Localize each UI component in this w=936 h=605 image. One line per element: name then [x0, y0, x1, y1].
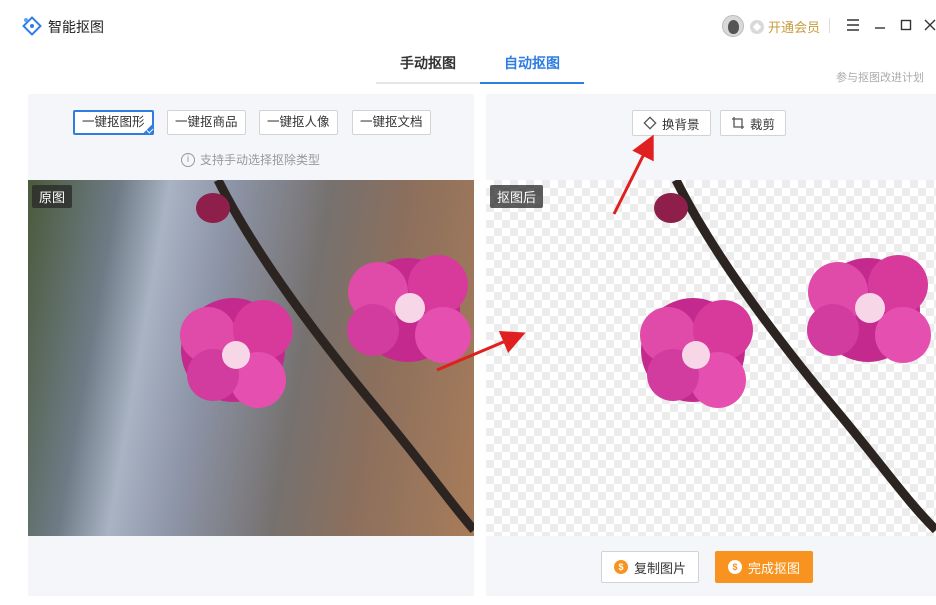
menu-icon[interactable] — [843, 15, 863, 35]
option-label: 一键抠图形 — [82, 115, 145, 129]
finish-cutout-button[interactable]: $ 完成抠图 — [715, 551, 814, 583]
option-portrait-button[interactable]: 一键抠人像 — [259, 110, 338, 135]
vip-label: 开通会员 — [768, 20, 821, 35]
crop-button[interactable]: 裁剪 — [720, 110, 787, 136]
tab-auto[interactable]: 自动抠图 — [480, 50, 584, 84]
diamond-icon — [643, 116, 657, 130]
option-document-button[interactable]: 一键抠文档 — [352, 110, 431, 135]
mode-tabs: 手动抠图 自动抠图 — [376, 50, 584, 84]
tab-manual[interactable]: 手动抠图 — [376, 50, 480, 84]
minimize-icon[interactable] — [870, 15, 890, 35]
type-hint: i 支持手动选择抠除类型 — [181, 151, 320, 168]
change-background-label: 换背景 — [662, 117, 700, 132]
plum-blossom-photo — [180, 180, 474, 533]
option-label: 一键抠人像 — [267, 115, 330, 129]
vip-button[interactable]: 开通会员 — [750, 17, 820, 36]
result-panel: 换背景 裁剪 抠图后 $ 复制图片 $ 完成抠图 — [486, 94, 936, 596]
crop-icon — [732, 117, 744, 129]
coin-icon: $ — [614, 560, 628, 574]
app-title: 智能抠图 — [48, 19, 104, 35]
change-background-button[interactable]: 换背景 — [632, 110, 711, 136]
app-logo-icon — [22, 16, 42, 36]
improvement-plan-link[interactable]: 参与抠图改进计划 — [836, 69, 924, 85]
finish-cutout-label: 完成抠图 — [748, 560, 801, 576]
original-image: 原图 — [28, 180, 474, 536]
crop-label: 裁剪 — [750, 117, 776, 132]
cutout-blossom — [640, 180, 936, 534]
close-icon[interactable] — [920, 15, 936, 35]
option-label: 一键抠文档 — [360, 115, 423, 129]
user-avatar[interactable] — [722, 15, 744, 37]
copy-image-button[interactable]: $ 复制图片 — [601, 551, 700, 583]
option-product-button[interactable]: 一键抠商品 — [167, 110, 246, 135]
original-panel: 一键抠图形 一键抠商品 一键抠人像 一键抠文档 i 支持手动选择抠除类型 原图 — [28, 94, 474, 596]
hint-text: 支持手动选择抠除类型 — [200, 153, 321, 167]
titlebar-divider — [829, 18, 830, 33]
copy-image-label: 复制图片 — [634, 560, 687, 576]
coin-icon: $ — [728, 560, 742, 574]
result-image: 抠图后 — [486, 180, 936, 536]
option-shape-button[interactable]: 一键抠图形 — [73, 110, 154, 135]
result-image-label: 抠图后 — [490, 185, 544, 208]
option-label: 一键抠商品 — [175, 115, 238, 129]
title-bar: 智能抠图 开通会员 — [0, 0, 936, 50]
maximize-icon[interactable] — [896, 15, 916, 35]
info-icon: i — [181, 152, 195, 167]
vip-icon — [750, 19, 764, 34]
original-image-label: 原图 — [32, 185, 73, 208]
